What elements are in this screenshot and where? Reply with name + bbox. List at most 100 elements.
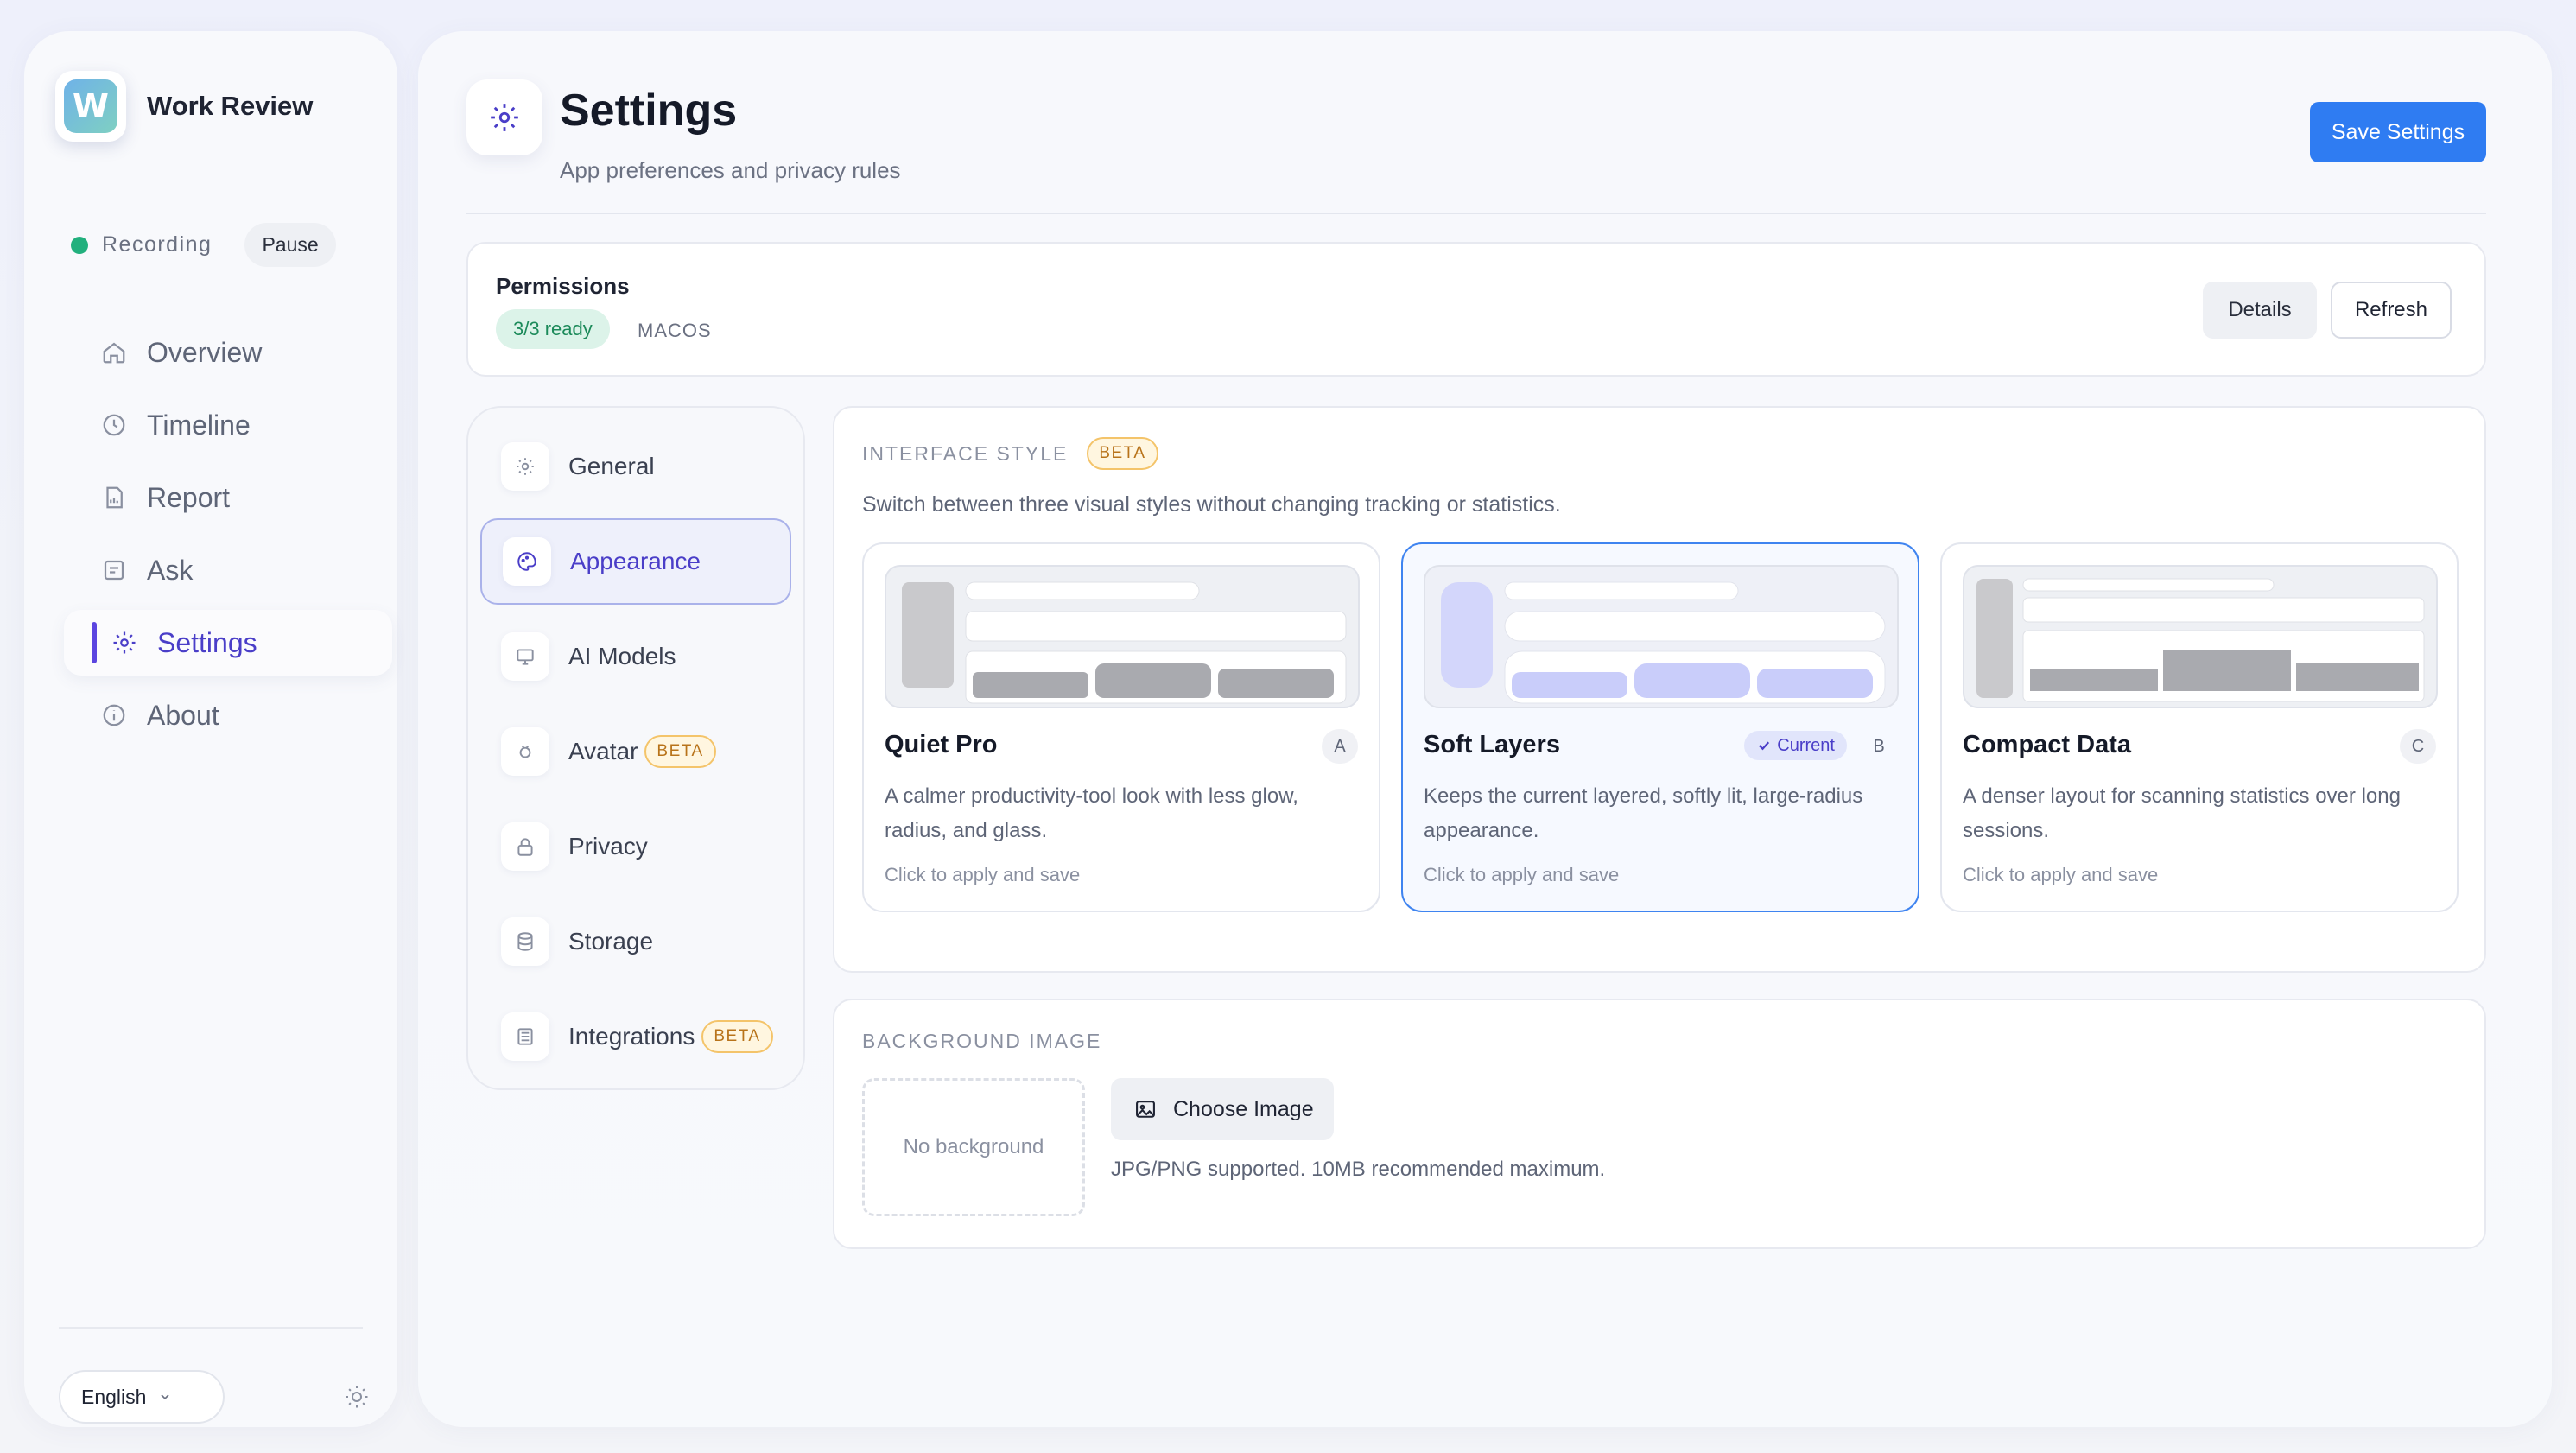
language-value: English [81, 1385, 147, 1408]
main-panel: Settings App preferences and privacy rul… [418, 31, 2552, 1427]
style-option-quiet-pro[interactable]: Quiet Pro A A calmer productivity-tool l… [862, 542, 1380, 912]
choose-image-button[interactable]: Choose Image [1111, 1078, 1334, 1140]
sidebar-divider [59, 1327, 363, 1329]
gear-icon [501, 442, 549, 491]
nav-item-ask[interactable]: Ask [64, 537, 392, 603]
permissions-title: Permissions [496, 273, 630, 299]
nav-item-timeline[interactable]: Timeline [64, 392, 392, 458]
subnav-item-label: General [568, 453, 655, 479]
subnav-item-ai-models[interactable]: AI Models [480, 613, 791, 700]
current-label: Current [1777, 735, 1835, 755]
settings-page-icon [466, 79, 542, 155]
nav-item-overview[interactable]: Overview [64, 320, 392, 385]
chevron-down-icon [161, 1394, 170, 1400]
style-option-description: A denser layout for scanning statistics … [1963, 784, 2401, 842]
style-option-letter: B [1873, 736, 1885, 756]
nav-item-label: Settings [157, 626, 257, 658]
subnav-item-storage[interactable]: Storage [480, 898, 791, 985]
subnav-item-privacy[interactable]: Privacy [480, 803, 791, 890]
nav-item-label: About [147, 699, 219, 731]
subnav-item-general[interactable]: General [480, 423, 791, 510]
report-icon [100, 484, 128, 511]
interface-style-header: INTERFACE STYLE BETA [862, 437, 1158, 470]
beta-badge: BETA [644, 735, 716, 768]
language-select[interactable]: English [59, 1370, 225, 1424]
recording-label: Recording [102, 232, 213, 257]
style-preview [885, 565, 1360, 708]
lock-icon [501, 822, 549, 871]
beta-badge: BETA [701, 1020, 773, 1053]
style-option-compact-data[interactable]: Compact Data C A denser layout for scann… [1940, 542, 2459, 912]
sidebar: W Work Review Recording Pause Overview T… [24, 31, 397, 1427]
interface-style-description: Switch between three visual styles witho… [862, 492, 1561, 517]
style-option-title: Compact Data [1963, 731, 2131, 758]
palette-icon [503, 537, 551, 586]
style-option-soft-layers[interactable]: Soft Layers Current B Keeps the current … [1401, 542, 1919, 912]
page-subtitle: App preferences and privacy rules [560, 157, 901, 183]
sun-icon[interactable] [344, 1384, 370, 1410]
subnav-item-label: Avatar [568, 738, 638, 765]
subnav-item-integrations[interactable]: Integrations BETA [480, 993, 791, 1080]
chat-icon [100, 556, 128, 584]
recording-dot-icon [71, 236, 88, 254]
style-preview [1424, 565, 1899, 708]
style-option-hint: Click to apply and save [1424, 864, 1620, 885]
subnav-item-label: AI Models [568, 643, 676, 669]
details-button[interactable]: Details [2203, 282, 2317, 339]
style-option-letter: C [2400, 729, 2436, 764]
image-icon [1136, 1101, 1155, 1118]
avatar-icon [501, 727, 549, 776]
main-nav: Overview Timeline Report Ask Settings Ab… [64, 320, 392, 755]
nav-item-label: Report [147, 481, 231, 513]
style-option-hint: Click to apply and save [1963, 864, 2159, 885]
logo-mark: W [64, 79, 117, 133]
subnav-item-avatar[interactable]: Avatar BETA [480, 708, 791, 795]
style-option-title: Quiet Pro [885, 731, 998, 758]
settings-subnav: General Appearance AI Models Avatar BETA [466, 406, 805, 1090]
pause-button[interactable]: Pause [244, 223, 336, 267]
permissions-status-badge: 3/3 ready [496, 309, 610, 349]
integrations-icon [501, 1012, 549, 1061]
clock-icon [100, 411, 128, 439]
permissions-card: Permissions 3/3 ready MACOS Details Refr… [466, 242, 2486, 377]
brand[interactable]: W Work Review [55, 71, 313, 142]
style-option-letter: A [1322, 729, 1358, 764]
background-image-hint: JPG/PNG supported. 10MB recommended maxi… [1111, 1158, 1606, 1181]
interface-style-label: INTERFACE STYLE [862, 441, 1069, 465]
nav-item-about[interactable]: About [64, 682, 392, 748]
style-option-description: A calmer productivity-tool look with les… [885, 784, 1298, 842]
background-preview: No background [862, 1078, 1085, 1216]
choose-image-label: Choose Image [1173, 1096, 1314, 1121]
subnav-item-label: Privacy [568, 833, 648, 860]
interface-style-card: INTERFACE STYLE BETA Switch between thre… [833, 406, 2486, 973]
subnav-item-label: Storage [568, 928, 654, 955]
home-icon [100, 339, 128, 366]
subnav-item-appearance[interactable]: Appearance [480, 518, 791, 605]
style-option-title: Soft Layers [1424, 731, 1560, 758]
current-badge: Current [1744, 731, 1847, 760]
subnav-item-label: Integrations [568, 1023, 695, 1050]
style-option-description: Keeps the current layered, softly lit, l… [1424, 784, 1863, 842]
page-title: Settings [560, 86, 738, 136]
background-image-card: BACKGROUND IMAGE No background Choose Im… [833, 999, 2486, 1249]
style-option-hint: Click to apply and save [885, 864, 1081, 885]
monitor-icon [501, 632, 549, 681]
recording-status: Recording Pause [71, 223, 336, 267]
permissions-os: MACOS [638, 320, 712, 341]
info-icon [100, 701, 128, 729]
gear-icon [111, 629, 138, 657]
database-icon [501, 917, 549, 966]
header-divider [466, 213, 2486, 214]
nav-item-label: Overview [147, 336, 263, 368]
save-settings-button[interactable]: Save Settings [2310, 102, 2486, 162]
style-preview [1963, 565, 2438, 708]
nav-item-settings[interactable]: Settings [64, 610, 392, 676]
nav-item-label: Ask [147, 554, 194, 586]
subnav-item-label: Appearance [570, 548, 701, 574]
app-name: Work Review [147, 91, 314, 121]
check-icon [1759, 741, 1770, 751]
app-logo: W [55, 71, 126, 142]
refresh-button[interactable]: Refresh [2331, 282, 2452, 339]
nav-item-label: Timeline [147, 409, 251, 441]
nav-item-report[interactable]: Report [64, 465, 392, 530]
